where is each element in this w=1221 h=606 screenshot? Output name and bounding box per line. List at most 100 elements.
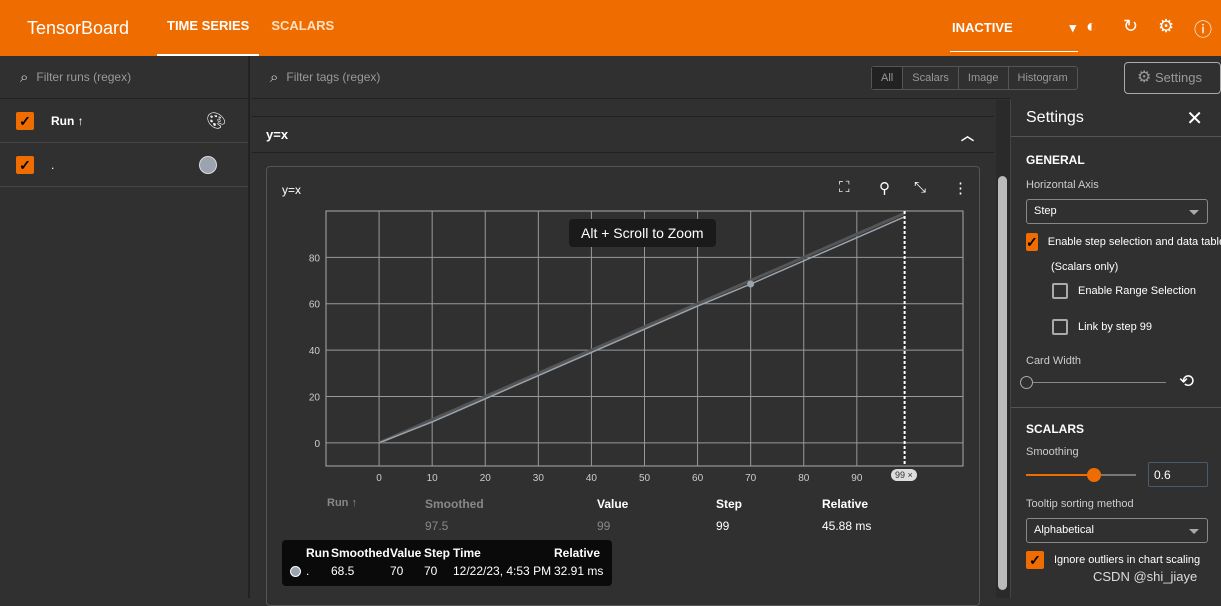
x-tick-label: 80	[798, 473, 810, 484]
scalars-heading: SCALARS	[1026, 422, 1085, 436]
table-cell-smoothed: 97.5	[425, 519, 449, 533]
tooltip-smoothed: 68.5	[331, 564, 355, 578]
slider-thumb[interactable]	[1087, 468, 1101, 482]
theme-icon[interactable]: ◐	[1086, 16, 1097, 37]
tooltip-header: Time	[453, 546, 481, 560]
card-width-slider[interactable]: ⟲	[1011, 367, 1221, 397]
settings-title: Settings	[1026, 109, 1084, 126]
table-cell-value: 99	[597, 519, 611, 533]
smoothing-label: Smoothing	[1026, 446, 1079, 458]
settings-icon[interactable]: ⚙	[1158, 16, 1174, 37]
general-heading: GENERAL	[1026, 153, 1085, 167]
table-cell-step: 99	[716, 519, 730, 533]
run-column-header[interactable]: Run ↑	[51, 114, 206, 128]
logo: TensorBoard	[27, 17, 130, 38]
tooltip-step: 70	[424, 564, 438, 578]
filter-image[interactable]: Image	[957, 67, 1008, 89]
zoom-hint: Alt + Scroll to Zoom	[569, 219, 716, 247]
enable-step-checkbox[interactable]: ✓	[1026, 233, 1038, 251]
table-header-smoothed[interactable]: Smoothed	[425, 497, 484, 511]
tooltip-run: .	[306, 564, 310, 578]
hover-point	[747, 280, 755, 288]
enable-step-label: Enable step selection and data table	[1047, 236, 1221, 248]
x-tick-label: 60	[692, 473, 704, 484]
chevron-up-icon[interactable]: ︿	[961, 125, 974, 144]
scalars-only-note: (Scalars only)	[1051, 261, 1119, 273]
tooltip-time: 12/22/23, 4:53 PM	[453, 564, 552, 578]
tooltip-relative: 32.91 ms	[554, 564, 604, 578]
x-tick-label: 0	[376, 473, 382, 484]
runs-panel: ⌕ Filter runs (regex) ✓ Run ↑ 🎨︎ ✓.	[0, 56, 250, 598]
help-icon[interactable]: ⓘ	[1194, 16, 1212, 42]
watermark: CSDN @shi_jiaye	[1093, 569, 1198, 584]
plugin-select[interactable]: INACTIVE ▾	[950, 10, 1078, 52]
tooltip-sort-label: Tooltip sorting method	[1026, 498, 1134, 510]
tags-filter-input[interactable]: Filter tags (regex)	[286, 70, 380, 84]
close-icon[interactable]: ✕	[1186, 106, 1203, 131]
type-filter: All Scalars Image Histogram	[871, 66, 1078, 90]
runs-header-row: ✓ Run ↑ 🎨︎	[0, 99, 248, 143]
plugin-select-value: INACTIVE	[952, 20, 1013, 35]
ignore-outliers-label: Ignore outliers in chart scaling	[1054, 554, 1201, 566]
refresh-icon[interactable]: ↻	[1123, 16, 1138, 37]
run-name: .	[51, 157, 55, 172]
tooltip-header: Relative	[554, 546, 601, 560]
ignore-outliers-checkbox[interactable]: ✓	[1026, 551, 1044, 569]
range-selection-label: Enable Range Selection	[1078, 285, 1197, 297]
palette-icon[interactable]: 🎨︎	[206, 111, 226, 131]
settings-button[interactable]: ⚙ Settings	[1124, 62, 1221, 94]
settings-panel: Settings ✕ GENERAL Horizontal Axis Step ✓…	[1010, 100, 1221, 598]
x-tick-label: 90	[851, 473, 863, 484]
gear-icon: ⚙	[1137, 69, 1152, 86]
table-header-run[interactable]: Run ↑	[327, 497, 357, 509]
table-header-value[interactable]: Value	[597, 497, 628, 511]
card-width-label: Card Width	[1026, 355, 1082, 367]
link-step-checkbox[interactable]	[1052, 319, 1068, 335]
tooltip-header: Value	[390, 546, 422, 560]
run-row: ✓.	[0, 143, 248, 187]
range-selection-checkbox[interactable]	[1052, 283, 1068, 299]
tags-filter-bar: ⌕ Filter tags (regex) All Scalars Image …	[252, 56, 1221, 99]
filter-histogram[interactable]: Histogram	[1007, 67, 1077, 89]
tooltip-sort-value: Alphabetical	[1034, 524, 1094, 536]
group-title: y=x	[266, 127, 289, 142]
runs-filter[interactable]: ⌕ Filter runs (regex)	[0, 56, 248, 99]
step-marker-chip[interactable]: 99 ×	[891, 469, 917, 481]
y-tick-label: 20	[309, 392, 321, 403]
tooltip-sort-select[interactable]: Alphabetical	[1026, 518, 1208, 543]
link-step-label: Link by step 99	[1078, 321, 1152, 333]
filter-scalars[interactable]: Scalars	[902, 67, 958, 89]
tooltip-value: 70	[390, 564, 404, 578]
y-tick-label: 60	[309, 300, 321, 311]
smoothing-input[interactable]: 0.6	[1148, 462, 1208, 487]
run-color-swatch[interactable]	[199, 155, 217, 174]
tab-time-series[interactable]: TIME SERIES	[157, 0, 260, 56]
slider-thumb[interactable]	[1020, 376, 1033, 389]
smoothing-slider[interactable]: 0.6	[1011, 458, 1221, 492]
x-tick-label: 70	[745, 473, 757, 484]
scrollbar-thumb[interactable]	[998, 176, 1007, 590]
y-tick-label: 40	[309, 346, 321, 357]
horizontal-axis-select[interactable]: Step	[1026, 199, 1208, 224]
tab-scalars[interactable]: SCALARS	[261, 0, 344, 56]
reset-icon[interactable]: ⟲	[1179, 371, 1194, 392]
run-checkbox[interactable]: ✓	[16, 155, 34, 174]
x-tick-label: 10	[427, 473, 439, 484]
tooltip-header: Smoothed	[331, 546, 390, 560]
line-chart[interactable]: 0 10 20 30 40 50 60 70 80 90 0 20 40 60 80	[267, 167, 981, 487]
filter-all[interactable]: All	[872, 67, 903, 89]
x-tick-label: 30	[533, 473, 545, 484]
group-header[interactable]: y=x ︿	[252, 116, 994, 153]
horizontal-axis-value: Step	[1034, 205, 1057, 217]
runs-filter-input[interactable]: Filter runs (regex)	[36, 70, 131, 84]
table-header-relative[interactable]: Relative	[822, 497, 868, 511]
horizontal-axis-label: Horizontal Axis	[1026, 179, 1099, 191]
search-icon: ⌕	[20, 68, 29, 86]
select-all-checkbox[interactable]: ✓	[16, 111, 34, 130]
tooltip-header: Run	[306, 546, 330, 560]
scrollbar[interactable]	[996, 100, 1010, 598]
x-tick-label: 50	[639, 473, 651, 484]
tooltip-header: Step	[424, 546, 451, 560]
table-header-step[interactable]: Step	[716, 497, 742, 511]
raw-series-line	[378, 211, 906, 445]
